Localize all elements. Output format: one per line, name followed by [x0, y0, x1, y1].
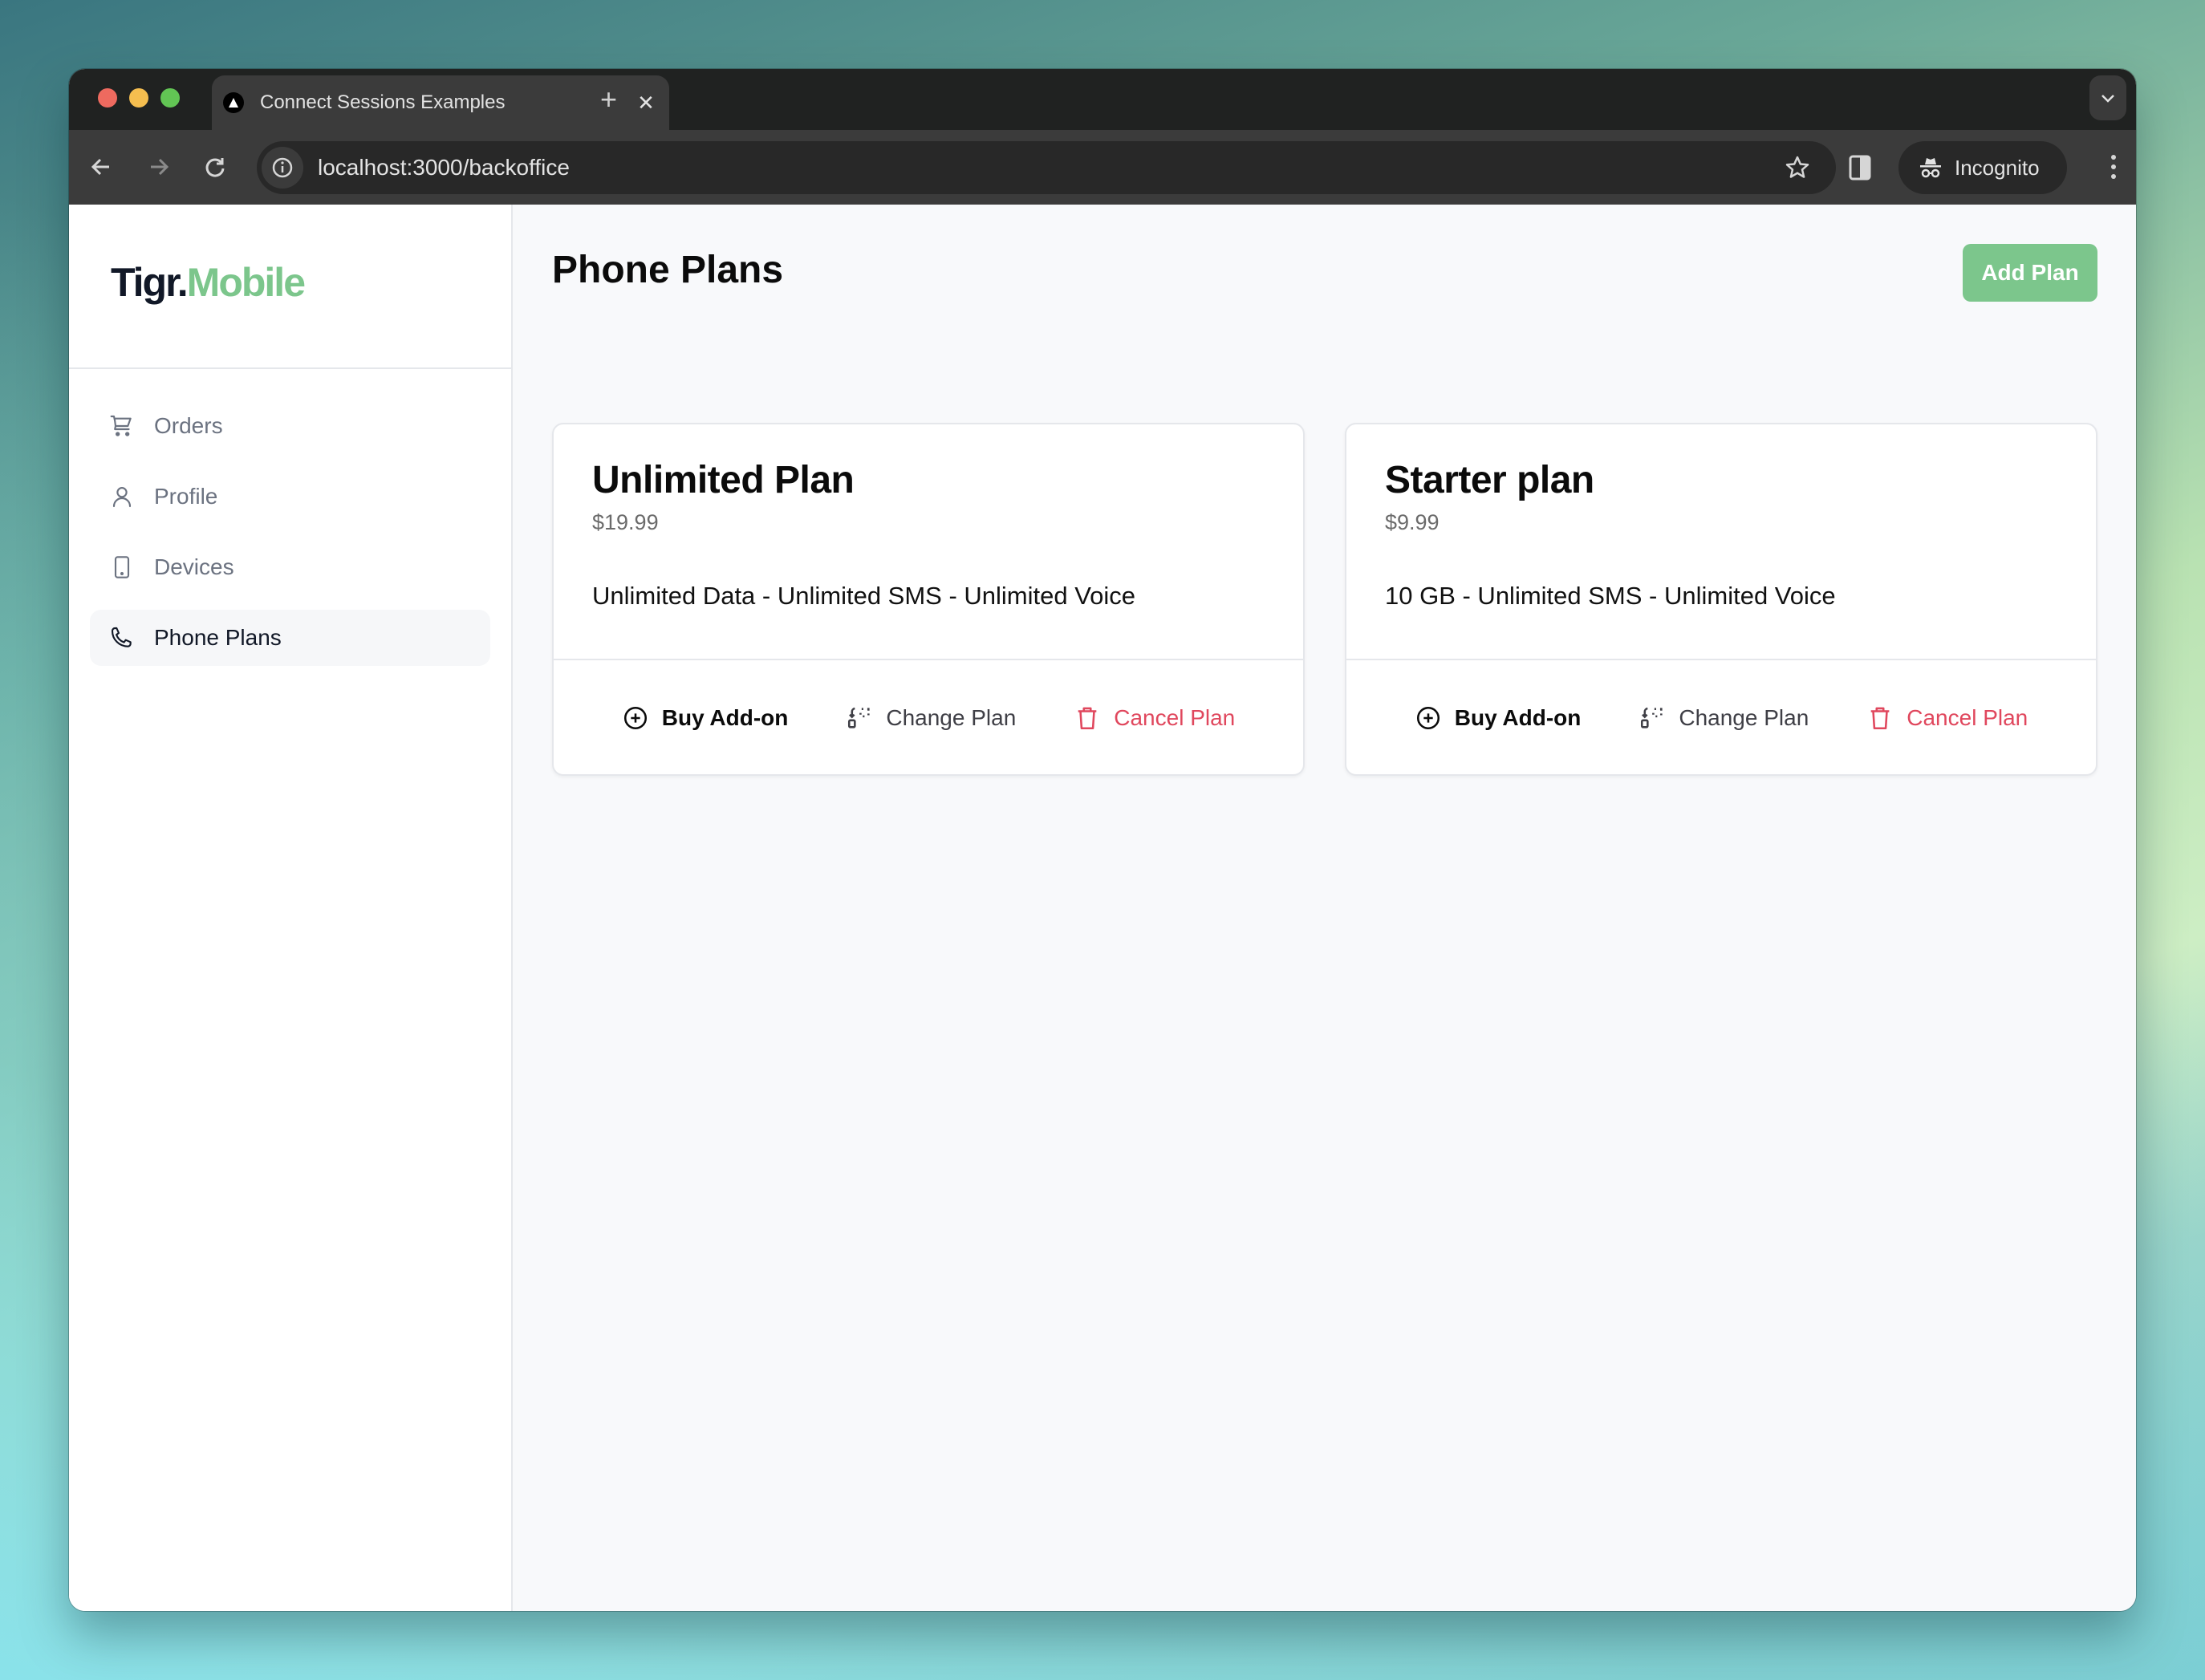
tab-bar: Connect Sessions Examples ✕ +	[69, 69, 2136, 130]
arrow-left-icon	[91, 158, 109, 176]
window-controls	[98, 88, 180, 108]
plan-name: Starter plan	[1385, 459, 1594, 501]
url-text[interactable]: localhost:3000/backoffice	[318, 155, 1785, 181]
plus-circle-icon	[623, 706, 647, 730]
cancel-plan-button[interactable]: Cancel Plan	[1074, 704, 1235, 732]
change-plan-label: Change Plan	[1679, 705, 1809, 730]
sidebar-item-label: Devices	[154, 554, 234, 579]
incognito-icon	[1920, 158, 1941, 178]
buy-add-on-button[interactable]: Buy Add-on	[622, 704, 789, 732]
user-icon	[112, 487, 132, 508]
trash-icon	[1870, 707, 1890, 730]
trash-icon	[1078, 707, 1097, 730]
sidebar-nav: Orders Profile Devices Phone Plans	[69, 369, 511, 709]
logo-text-tigr: Tigr.	[111, 259, 189, 305]
site-info-icon[interactable]	[262, 147, 303, 189]
forward-button[interactable]	[141, 149, 177, 185]
sidebar-item-phone-plans[interactable]: Phone Plans	[90, 610, 490, 666]
side-panel-icon	[1849, 155, 1871, 181]
maximize-window-button[interactable]	[160, 88, 180, 108]
plan-cards: Unlimited Plan $19.99 Unlimited Data - U…	[552, 423, 2097, 776]
page-content: Tigr.Mobile Orders Profile Devices Phone…	[69, 205, 2136, 1611]
sidebar-item-label: Profile	[154, 484, 218, 509]
plan-actions: Buy Add-on Change Plan Cancel Plan	[554, 660, 1303, 774]
plan-price: $19.99	[592, 510, 659, 534]
sidebar-item-label: Orders	[154, 413, 223, 438]
sidebar-item-label: Phone Plans	[154, 625, 282, 650]
phone-icon	[111, 627, 132, 647]
page-title: Phone Plans	[552, 249, 784, 291]
sidebar-item-orders[interactable]: Orders	[90, 398, 490, 454]
plan-name: Unlimited Plan	[592, 459, 855, 501]
add-plan-button[interactable]: Add Plan	[1963, 244, 2097, 302]
plan-actions: Buy Add-on Change Plan Cancel Plan	[1346, 660, 2096, 774]
change-plan-button[interactable]: Change Plan	[1639, 704, 1809, 732]
sidebar-item-devices[interactable]: Devices	[90, 539, 490, 595]
change-plan-button[interactable]: Change Plan	[846, 704, 1016, 732]
plan-description: Unlimited Data - Unlimited SMS - Unlimit…	[592, 582, 1136, 610]
address-bar[interactable]: localhost:3000/backoffice	[257, 141, 1836, 194]
swap-icon	[1641, 707, 1663, 728]
incognito-label: Incognito	[1955, 155, 2040, 180]
tab-search-button[interactable]	[2089, 75, 2126, 120]
app-logo[interactable]: Tigr.Mobile	[111, 259, 306, 306]
buy-add-on-label: Buy Add-on	[661, 705, 789, 730]
reload-icon	[205, 158, 225, 177]
reload-button[interactable]	[197, 149, 233, 185]
plan-card: Starter plan $9.99 10 GB - Unlimited SMS…	[1345, 423, 2097, 776]
browser-toolbar: localhost:3000/backoffice Incognito	[69, 130, 2136, 205]
plan-card-body: Unlimited Plan $19.99 Unlimited Data - U…	[554, 424, 1303, 660]
logo-text-mobile: Mobile	[186, 259, 306, 305]
main-area: Phone Plans Add Plan Unlimited Plan $19.…	[513, 205, 2136, 1611]
plus-circle-icon	[1416, 706, 1440, 730]
side-panel-button[interactable]	[1844, 149, 1876, 189]
back-button[interactable]	[83, 149, 119, 185]
cancel-plan-label: Cancel Plan	[1114, 705, 1236, 730]
plan-price: $9.99	[1385, 510, 1440, 534]
browser-window: Connect Sessions Examples ✕ + localhost:…	[69, 69, 2136, 1611]
incognito-badge[interactable]: Incognito	[1898, 141, 2067, 194]
cart-icon	[110, 415, 132, 436]
swap-icon	[848, 707, 870, 728]
buy-add-on-label: Buy Add-on	[1454, 705, 1582, 730]
chevron-down-icon	[2101, 95, 2114, 103]
sidebar: Tigr.Mobile Orders Profile Devices Phone…	[69, 205, 513, 1611]
bookmark-star-icon[interactable]	[1785, 155, 1810, 181]
arrow-right-icon	[151, 158, 169, 176]
device-icon	[114, 556, 130, 578]
tab-title: Connect Sessions Examples	[260, 91, 506, 113]
cancel-plan-button[interactable]: Cancel Plan	[1866, 704, 2028, 732]
plan-card-body: Starter plan $9.99 10 GB - Unlimited SMS…	[1346, 424, 2096, 660]
triangle-favicon-icon	[223, 92, 244, 113]
plan-card: Unlimited Plan $19.99 Unlimited Data - U…	[552, 423, 1305, 776]
minimize-window-button[interactable]	[129, 88, 148, 108]
plan-description: 10 GB - Unlimited SMS - Unlimited Voice	[1385, 582, 1836, 610]
cancel-plan-label: Cancel Plan	[1907, 705, 2028, 730]
change-plan-label: Change Plan	[886, 705, 1017, 730]
close-tab-icon[interactable]: ✕	[634, 91, 658, 116]
new-tab-button[interactable]: +	[600, 83, 617, 116]
browser-menu-button[interactable]	[2109, 151, 2118, 187]
sidebar-item-profile[interactable]: Profile	[90, 469, 490, 525]
buy-add-on-button[interactable]: Buy Add-on	[1415, 704, 1582, 732]
kebab-menu-icon	[2111, 155, 2116, 179]
logo-area: Tigr.Mobile	[69, 205, 511, 369]
close-window-button[interactable]	[98, 88, 117, 108]
